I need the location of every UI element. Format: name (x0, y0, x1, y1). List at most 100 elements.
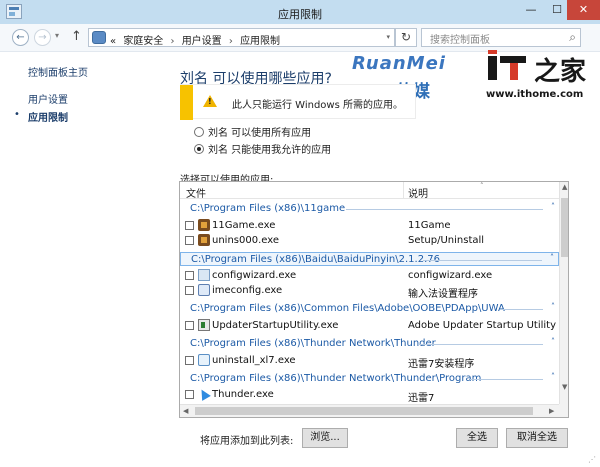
breadcrumb-user-settings[interactable]: 用户设置 (182, 36, 222, 47)
ruanmei-logo-text: RuanMei (352, 53, 446, 74)
folder-group-header[interactable]: C:\Program Files (x86)\11game ˄ (180, 202, 559, 216)
updater-icon (198, 319, 210, 331)
folder-path: C:\Program Files (x86)\Baidu\BaiduPinyin… (191, 254, 440, 265)
folder-path: C:\Program Files (x86)\Common Files\Adob… (190, 303, 505, 314)
column-header-file[interactable]: 文件 (186, 185, 206, 200)
select-all-button[interactable]: 全选 (456, 428, 498, 448)
back-button[interactable]: ← (12, 29, 29, 46)
breadcrumb-family-safety[interactable]: 家庭安全 (123, 36, 163, 47)
group-divider (470, 379, 543, 380)
app-checkbox[interactable] (185, 321, 194, 330)
scroll-up-arrow-icon[interactable]: ▲ (562, 183, 567, 191)
vertical-scrollbar[interactable]: ▲ ▼ (559, 182, 568, 417)
vertical-scroll-thumb[interactable] (561, 198, 568, 257)
scroll-down-arrow-icon[interactable]: ▼ (562, 383, 567, 391)
app-description: Setup/Uninstall (408, 235, 485, 246)
app-row[interactable]: unins000.exe Setup/Uninstall (180, 233, 559, 248)
radio-label: 刘名 只能使用我允许的应用 (208, 145, 332, 156)
allow-selected-apps-radio[interactable]: 刘名 只能使用我允许的应用 (194, 141, 331, 156)
app-file-name: imeconfig.exe (212, 285, 283, 296)
breadcrumb-separator[interactable]: › (171, 36, 175, 47)
collapse-chevron-icon[interactable]: ˄ (550, 253, 554, 262)
deselect-all-button[interactable]: 取消全选 (506, 428, 568, 448)
breadcrumb-app-restrictions[interactable]: 应用限制 (240, 36, 280, 47)
control-panel-home-link[interactable]: 控制面板主页 (28, 64, 88, 79)
breadcrumb-overflow[interactable]: « (110, 36, 116, 47)
scrollbar-corner (559, 404, 568, 417)
folder-group-header[interactable]: C:\Program Files (x86)\Common Files\Adob… (180, 302, 559, 316)
group-divider (346, 209, 543, 210)
app-checkbox[interactable] (185, 236, 194, 245)
horizontal-scroll-thumb[interactable] (195, 407, 533, 415)
browse-button[interactable]: 浏览... (302, 428, 348, 448)
app-description: 迅雷7 (408, 393, 435, 404)
window-title: 应用限制 (278, 8, 322, 21)
forward-button[interactable]: → (34, 29, 51, 46)
column-header-description[interactable]: 说明 (408, 185, 428, 200)
app-description: configwizard.exe (408, 270, 493, 281)
app-list[interactable]: 文件 说明 ˄ C:\Program Files (x86)\11game ˄ … (179, 181, 569, 418)
radio-indicator[interactable] (194, 127, 204, 137)
resize-grip-icon[interactable]: ⋰ (588, 455, 596, 464)
address-toolbar: ← → ▾ ↑ « 家庭安全 › 用户设置 › 应用限制 ▾ ↻ 搜索控制面板 … (0, 24, 600, 52)
app-row[interactable]: Thunder.exe 迅雷7 (180, 387, 559, 404)
app-file-name: configwizard.exe (212, 270, 297, 281)
warning-message: 此人只能运行 Windows 所需的应用。 (232, 100, 403, 111)
search-input[interactable]: 搜索控制面板 ⌕ (421, 28, 581, 47)
app-row[interactable]: UpdaterStartupUtility.exe Adobe Updater … (180, 318, 559, 333)
folder-group-header[interactable]: C:\Program Files (x86)\Thunder Network\T… (180, 337, 559, 351)
app-file-name: 11Game.exe (212, 220, 276, 231)
breadcrumb-separator[interactable]: › (229, 36, 233, 47)
app-checkbox[interactable] (185, 390, 194, 399)
app-row[interactable]: uninstall_xl7.exe 迅雷7安装程序 (180, 353, 559, 370)
recent-pages-dropdown[interactable]: ▾ (55, 31, 59, 40)
up-button[interactable]: ↑ (71, 29, 82, 44)
app-description: 迅雷7安装程序 (408, 359, 475, 370)
title-bar: 应用限制 — ☐ ✕ (0, 0, 600, 24)
app-file-name: UpdaterStartupUtility.exe (212, 320, 339, 331)
search-icon[interactable]: ⌕ (569, 30, 576, 45)
folder-path: C:\Program Files (x86)\11game (190, 203, 346, 214)
search-placeholder: 搜索控制面板 (430, 35, 490, 46)
horizontal-scrollbar[interactable]: ◀ ▶ (180, 404, 559, 417)
collapse-chevron-icon[interactable]: ˄ (551, 202, 555, 211)
address-dropdown[interactable]: ▾ (386, 33, 390, 41)
app-checkbox[interactable] (185, 221, 194, 230)
app-file-name: unins000.exe (212, 235, 280, 246)
app-file-name: uninstall_xl7.exe (212, 355, 296, 366)
collapse-chevron-icon[interactable]: ˄ (551, 302, 555, 311)
ithome-url: www.ithome.com (486, 89, 584, 100)
ime-icon (198, 284, 210, 296)
wrench-icon (198, 269, 210, 281)
sidebar-item-user-settings[interactable]: 用户设置 (28, 91, 68, 106)
address-bar[interactable]: « 家庭安全 › 用户设置 › 应用限制 ▾ (88, 28, 395, 47)
app-row[interactable]: configwizard.exe configwizard.exe (180, 268, 559, 283)
refresh-button[interactable]: ↻ (395, 28, 417, 47)
app-description: 输入法设置程序 (408, 289, 478, 300)
folder-group-header[interactable]: C:\Program Files (x86)\Thunder Network\T… (180, 372, 559, 386)
sidebar-item-app-restrictions[interactable]: 应用限制 (28, 109, 68, 124)
close-button[interactable]: ✕ (567, 0, 600, 20)
scroll-right-arrow-icon[interactable]: ▶ (549, 407, 554, 415)
group-divider (500, 309, 543, 310)
scroll-left-arrow-icon[interactable]: ◀ (183, 407, 188, 415)
app-checkbox[interactable] (185, 271, 194, 280)
allow-all-apps-radio[interactable]: 刘名 可以使用所有应用 (194, 124, 311, 139)
app-row[interactable]: imeconfig.exe 输入法设置程序 (180, 283, 559, 300)
collapse-chevron-icon[interactable]: ˄ (551, 372, 555, 381)
add-app-label: 将应用添加到此列表: (200, 436, 294, 447)
app-row[interactable]: 11Game.exe 11Game (180, 218, 559, 233)
warning-banner: ! 此人只能运行 Windows 所需的应用。 (180, 84, 416, 120)
app-checkbox[interactable] (185, 356, 194, 365)
minimize-button[interactable]: — (518, 0, 544, 20)
group-divider (418, 344, 543, 345)
radio-indicator-selected[interactable] (194, 144, 204, 154)
app-checkbox[interactable] (185, 286, 194, 295)
collapse-chevron-icon[interactable]: ˄ (551, 337, 555, 346)
app-description: Adobe Updater Startup Utility (408, 320, 557, 331)
game-icon (198, 219, 210, 231)
column-divider[interactable] (403, 182, 404, 199)
ithome-logo-icon (488, 50, 528, 82)
folder-group-header[interactable]: C:\Program Files (x86)\Baidu\BaiduPinyin… (180, 252, 559, 266)
warning-stripe (180, 85, 193, 120)
